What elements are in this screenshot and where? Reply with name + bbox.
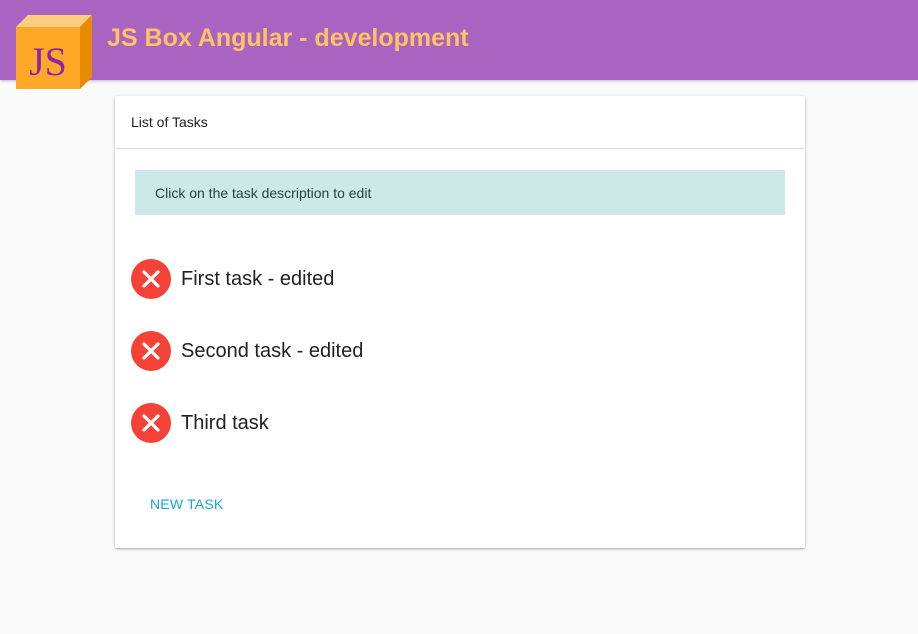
task-item: First task - edited xyxy=(131,258,363,300)
svg-text:JS: JS xyxy=(29,39,67,84)
task-list: First task - edited Second task - edited… xyxy=(131,258,363,474)
js-box-logo-icon: JS xyxy=(16,15,92,89)
info-message: Click on the task description to edit xyxy=(135,170,785,215)
card-title: List of Tasks xyxy=(115,96,805,149)
delete-task-button[interactable] xyxy=(131,331,171,371)
delete-task-button[interactable] xyxy=(131,403,171,443)
delete-task-button[interactable] xyxy=(131,259,171,299)
app-title: JS Box Angular - development xyxy=(107,24,469,52)
task-list-card: List of Tasks Click on the task descript… xyxy=(115,96,805,548)
task-item: Third task xyxy=(131,402,363,444)
close-icon xyxy=(142,342,160,360)
task-description[interactable]: Third task xyxy=(181,412,269,435)
task-item: Second task - edited xyxy=(131,330,363,372)
app-header: JS JS Box Angular - development xyxy=(0,0,918,89)
task-description[interactable]: Second task - edited xyxy=(181,340,363,363)
new-task-button[interactable]: NEW TASK xyxy=(150,496,223,512)
close-icon xyxy=(142,270,160,288)
task-description[interactable]: First task - edited xyxy=(181,268,334,291)
close-icon xyxy=(142,414,160,432)
